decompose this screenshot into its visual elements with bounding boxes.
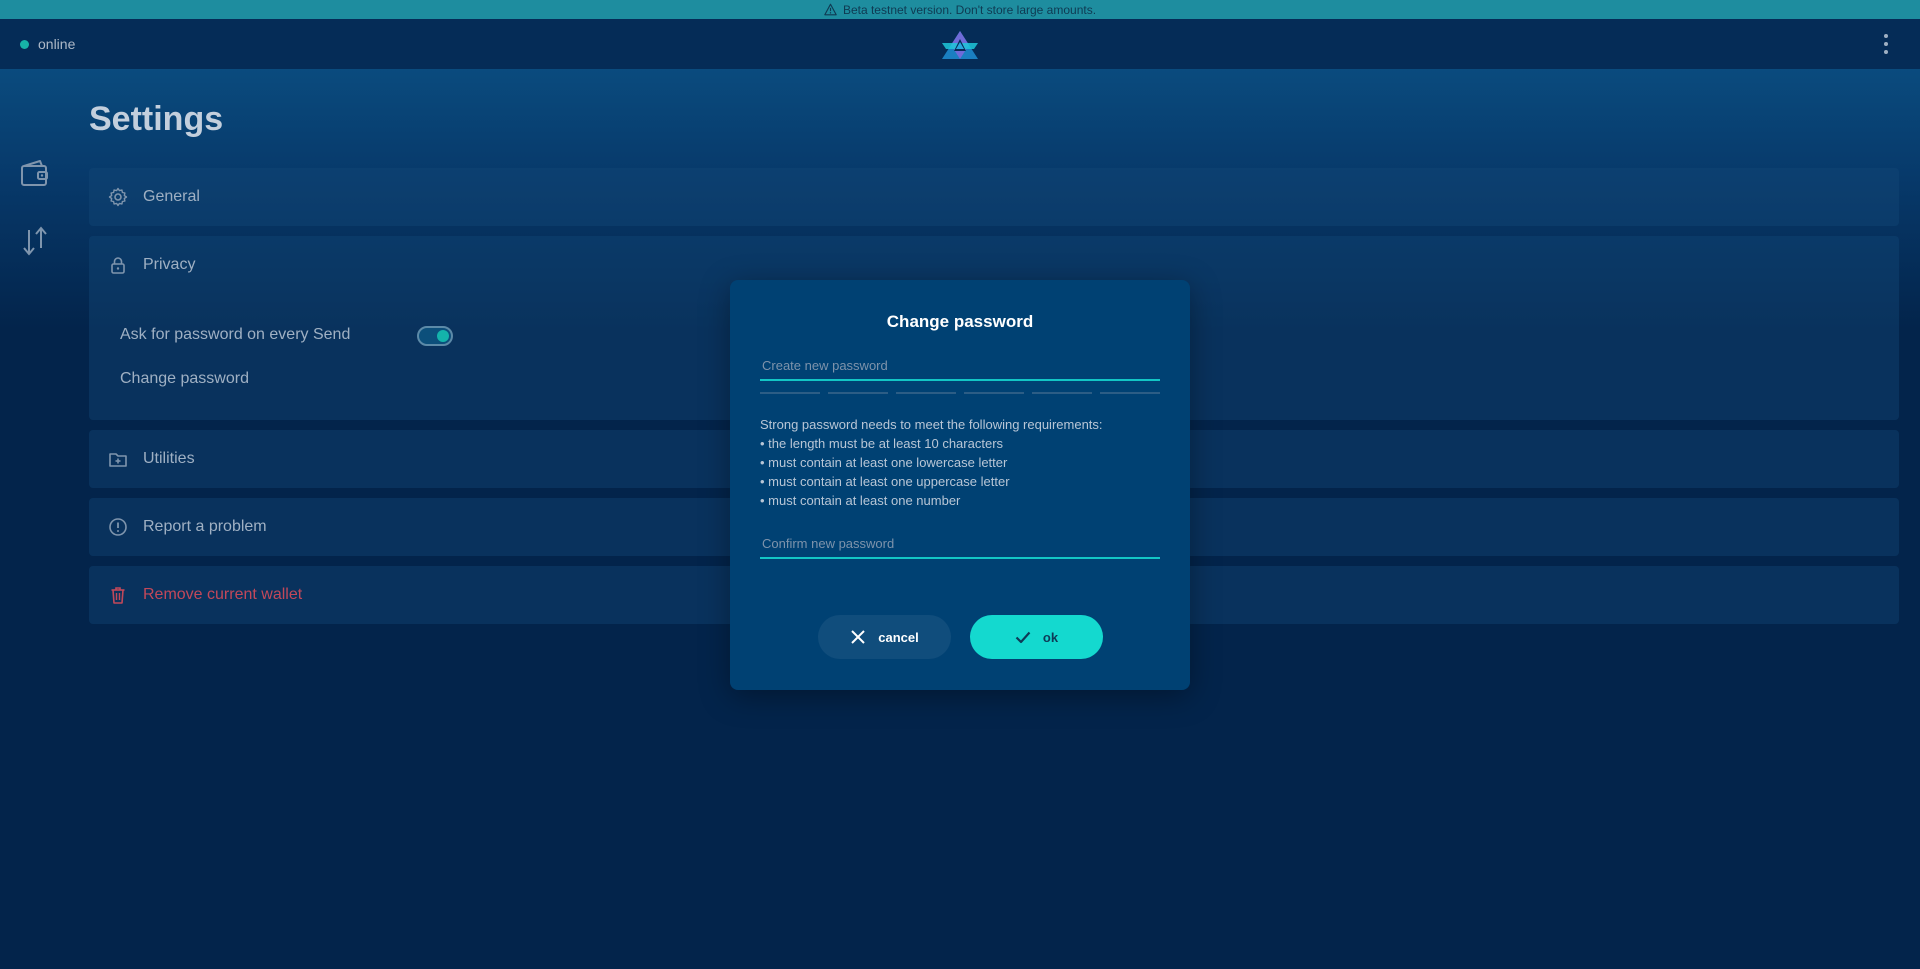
settings-section-general[interactable]: General: [89, 168, 1899, 226]
status-text: online: [38, 36, 76, 52]
toggle-knob: [437, 330, 449, 342]
dialog-title: Change password: [886, 312, 1034, 331]
section-label-remove-wallet: Remove current wallet: [143, 586, 303, 603]
banner-text: Beta testnet version. Don't store large …: [842, 2, 1097, 17]
connection-status: online: [20, 19, 75, 69]
checkmark-icon: [1015, 631, 1031, 644]
wallet-icon[interactable]: [18, 157, 52, 191]
section-label-privacy: Privacy: [143, 256, 196, 273]
cancel-label: cancel: [878, 629, 919, 645]
transfer-arrows-icon[interactable]: [18, 224, 52, 258]
ok-button[interactable]: ok: [970, 615, 1103, 659]
change-password-dialog: Change password Strong password needs to…: [730, 280, 1190, 690]
status-dot: [20, 39, 29, 49]
requirement-item: • the length must be at least 10 charact…: [760, 436, 1004, 451]
logo-icon: [942, 31, 978, 59]
beta-banner: Beta testnet version. Don't store large …: [0, 0, 1920, 19]
warning-icon: [824, 3, 837, 16]
confirm-password-field[interactable]: [760, 529, 1160, 559]
requirement-item: • must contain at least one number: [760, 493, 961, 508]
confirm-password-input[interactable]: [760, 529, 1160, 557]
ask-password-label: Ask for password on every Send: [120, 326, 351, 343]
password-requirements: Strong password needs to meet the follow…: [760, 415, 1160, 510]
requirement-item: • must contain at least one uppercase le…: [760, 474, 1010, 489]
new-password-field[interactable]: [760, 351, 1160, 381]
ok-label: ok: [1042, 629, 1059, 645]
close-icon: [851, 630, 865, 644]
section-label-general: General: [143, 188, 200, 205]
alert-circle-icon: [109, 518, 127, 536]
cancel-button[interactable]: cancel: [818, 615, 951, 659]
lock-icon: [111, 257, 125, 274]
new-password-input[interactable]: [760, 351, 1160, 379]
ask-password-toggle[interactable]: [417, 326, 453, 346]
password-strength-meter: [760, 392, 1160, 395]
page-title: Settings: [89, 100, 224, 138]
requirements-intro: Strong password needs to meet the follow…: [760, 417, 1103, 432]
trash-icon: [111, 587, 125, 604]
change-password-link[interactable]: Change password: [120, 370, 249, 388]
kebab-menu-icon[interactable]: [1876, 31, 1896, 57]
section-label-utilities: Utilities: [143, 450, 195, 467]
folder-plus-icon: [109, 453, 127, 467]
section-label-report: Report a problem: [143, 518, 267, 535]
gear-icon: [108, 187, 128, 207]
requirement-item: • must contain at least one lowercase le…: [760, 455, 1008, 470]
top-bar: online: [0, 19, 1920, 69]
